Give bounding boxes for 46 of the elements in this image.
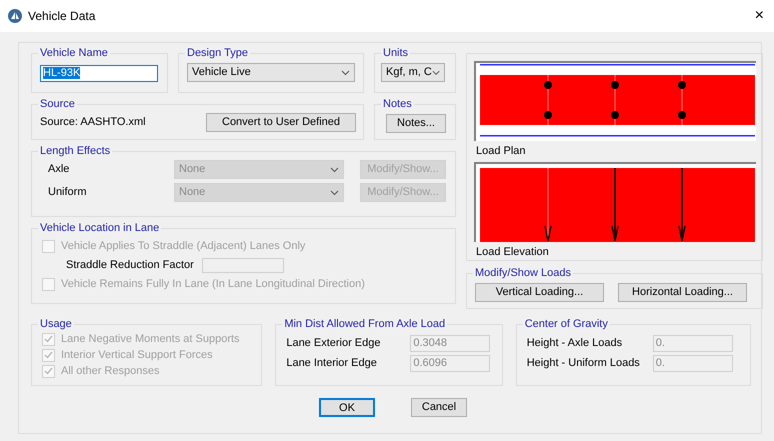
- loading-button[interactable]: Horizontal Loading...: [618, 283, 747, 302]
- input-field: 0.6096: [410, 354, 490, 372]
- units-dropdown[interactable]: Kgf, m, C: [381, 63, 445, 82]
- notes-button[interactable]: Notes...: [386, 114, 446, 133]
- group-label: Center of Gravity: [524, 318, 609, 331]
- group-label: Units: [382, 47, 410, 60]
- group-label: Length Effects: [39, 145, 112, 158]
- field-label: Height - Axle Loads: [526, 336, 624, 351]
- input-field: 0.3048: [410, 334, 490, 352]
- field-label: Lane Interior Edge: [285, 356, 378, 371]
- group-label: Source: [39, 98, 76, 111]
- group-label: Usage: [39, 318, 73, 331]
- input-field: 0.: [652, 334, 733, 352]
- caption: Load Elevation: [475, 245, 550, 260]
- group-label: Vehicle Location in Lane: [39, 222, 160, 235]
- window-title: Vehicle Data: [28, 8, 96, 25]
- checkbox-label: Lane Negative Moments at Supports: [61, 332, 240, 347]
- group-label: Notes: [382, 98, 413, 111]
- checkbox-label: Vehicle Applies To Straddle (Adjacent) Lanes Only: [61, 239, 306, 254]
- close-button[interactable]: ×: [752, 8, 766, 24]
- row-label: Axle: [47, 162, 70, 178]
- convert-button[interactable]: Convert to User Defined: [206, 113, 356, 132]
- group-label: Vehicle Name: [39, 47, 109, 60]
- checkbox-label: All other Responses: [61, 364, 160, 379]
- group-label: Modify/Show Loads: [474, 267, 572, 280]
- source-text: Source: AASHTO.xml: [40, 115, 146, 130]
- group-label: Design Type: [186, 47, 249, 60]
- checkbox-label: Interior Vertical Support Forces: [61, 348, 213, 363]
- design-type-dropdown[interactable]: Vehicle Live: [187, 63, 355, 82]
- input-field: 0.: [652, 354, 733, 372]
- field-label: Straddle Reduction Factor: [65, 258, 195, 274]
- dialog-button[interactable]: Cancel: [411, 398, 467, 417]
- caption: Load Plan: [475, 144, 527, 159]
- loading-button[interactable]: Vertical Loading...: [475, 283, 604, 302]
- group-label: Min Dist Allowed From Axle Load: [283, 318, 446, 331]
- chevron-icon: [330, 166, 339, 172]
- chevron-icon: [330, 190, 339, 196]
- field-label: Lane Exterior Edge: [285, 336, 382, 351]
- dialog-button[interactable]: OK: [319, 398, 375, 417]
- chevron-icon: [341, 70, 350, 76]
- field-label: Height - Uniform Loads: [526, 356, 641, 371]
- checkbox-label: Vehicle Remains Fully In Lane (In Lane Longitudinal Direction): [61, 277, 365, 292]
- chevron-icon: [432, 70, 440, 76]
- name-field[interactable]: HL-93K: [40, 65, 158, 82]
- row-label: Uniform: [47, 185, 88, 200]
- app-logo-icon: [8, 9, 22, 23]
